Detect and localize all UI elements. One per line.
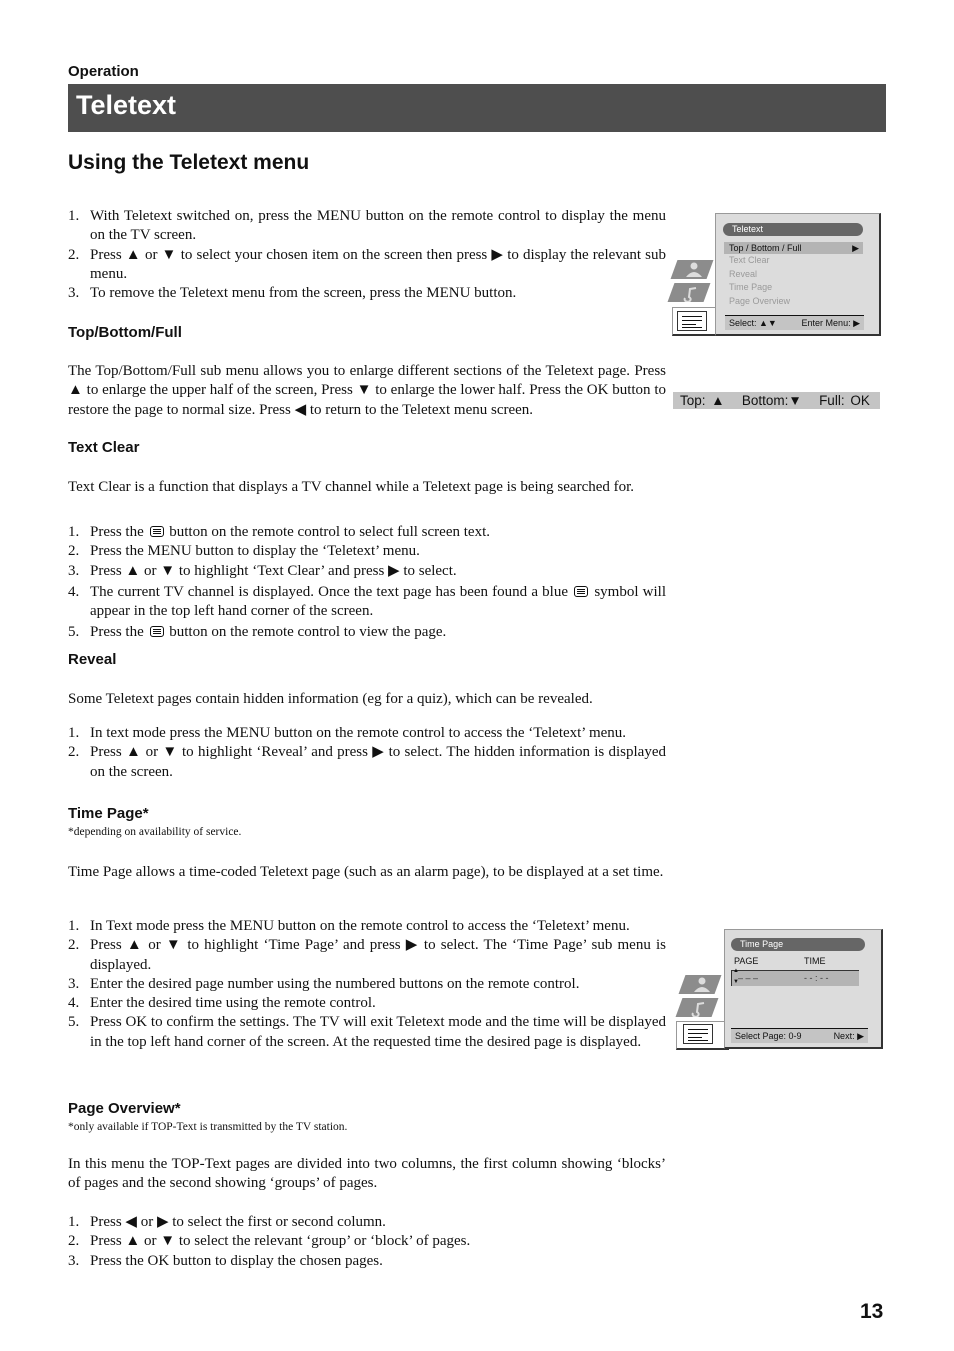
list-item: 4. The current TV channel is displayed. O…	[68, 583, 667, 620]
note-time-page: *depending on availability of service.	[68, 826, 242, 838]
teletext-button-icon	[149, 526, 164, 537]
list-item: 2. Press ▲ or ▼ to highlight ‘Time Page’ …	[68, 937, 666, 973]
section-subtitle: Using the Teletext menu	[68, 151, 310, 174]
teletext-symbol-icon	[574, 585, 589, 597]
osd-footer: Select: ▲▼ Enter Menu: ▶	[725, 315, 864, 330]
time-page-screen: Time Page PAGE TIME ▲ ▼ – – – - - : - - …	[672, 929, 884, 1051]
column-time-label: TIME	[804, 956, 826, 966]
teletext-button-icon	[149, 626, 164, 638]
paragraph-page-overview: In this menu the TOP-Text pages are divi…	[68, 1156, 666, 1192]
list-item: 2. Press ▲ or ▼ to select your chosen ite…	[68, 246, 666, 282]
heading-time-page: Time Page*	[68, 805, 149, 822]
time-input[interactable]: - - : - -	[804, 973, 829, 983]
teletext-lines-icon	[677, 311, 707, 331]
list-item: 1. Press the button on the remote control…	[68, 524, 490, 540]
menu-item-reveal[interactable]: Reveal	[729, 269, 757, 279]
list-item: 3. Press ▲ or ▼ to highlight ‘Text Clear’…	[68, 562, 457, 579]
osd-title: Time Page	[731, 938, 865, 951]
page-input[interactable]: – – –	[738, 973, 758, 983]
heading-reveal: Reveal	[68, 651, 117, 668]
heading-top-bottom-full: Top/Bottom/Full	[68, 324, 182, 341]
list-item: 1. Press ◀ or ▶ to select the first or se…	[68, 1214, 386, 1230]
picture-icon	[670, 260, 714, 279]
list-item: 3. Enter the desired page number using th…	[68, 975, 580, 992]
text-clear-steps: 1. Press the button on the remote control…	[68, 523, 666, 643]
menu-item-page-overview[interactable]: Page Overview	[729, 296, 790, 306]
list-item: 1. In Text mode press the MENU button on …	[68, 918, 630, 934]
page-overview-steps: 1. Press ◀ or ▶ to select the first or se…	[68, 1213, 666, 1271]
reveal-steps: 1. In text mode press the MENU button on …	[68, 724, 666, 782]
paragraph-text-clear: Text Clear is a function that displays a…	[68, 479, 635, 495]
top-bottom-full-osd-bar: Top: ▲ Bottom:▼ Full: OK	[673, 392, 880, 409]
list-item: 5. Press the button on the remote control…	[68, 624, 447, 641]
osd-title: Teletext	[723, 223, 863, 236]
menu-item-top-bottom-full[interactable]: Top / Bottom / Full ▶	[724, 242, 863, 254]
paragraph-reveal: Some Teletext pages contain hidden infor…	[68, 691, 593, 707]
time-page-entry-row[interactable]: ▲ ▼ – – – - - : - -	[731, 968, 859, 986]
list-item: 3. Press the OK button to display the cho…	[68, 1252, 383, 1269]
list-item: 4. Enter the desired time using the remot…	[68, 995, 376, 1012]
list-item: 2. Press the MENU button to display the ‘…	[68, 543, 420, 560]
list-item: 2. Press ▲ or ▼ to select the relevant ‘g…	[68, 1233, 471, 1250]
teletext-menu-screen: Teletext Top / Bottom / Full ▶ Text Clea…	[667, 213, 882, 337]
menu-item-time-page[interactable]: Time Page	[729, 282, 772, 292]
paragraph-top-bottom-full: The Top/Bottom/Full sub menu allows you …	[68, 363, 666, 418]
list-item: 5. Press OK to confirm the settings. The …	[68, 1014, 666, 1050]
heading-text-clear: Text Clear	[68, 439, 140, 456]
section-label: Operation	[68, 63, 139, 80]
music-note-icon	[667, 283, 711, 303]
list-item: 1. In text mode press the MENU button on …	[68, 725, 627, 741]
teletext-lines-icon	[683, 1024, 713, 1044]
page-number: 13	[860, 1300, 884, 1323]
paragraph-time-page: Time Page allows a time-coded Teletext p…	[68, 864, 664, 880]
list-item: 1. With Teletext switched on, press the M…	[68, 208, 666, 244]
picture-icon	[678, 975, 722, 994]
osd-footer: Select Page: 0-9 Next: ▶	[731, 1028, 868, 1043]
title-bar: Teletext	[68, 84, 886, 132]
list-item: 2. Press ▲ or ▼ to highlight ‘Reveal’ and…	[68, 744, 666, 780]
heading-page-overview: Page Overview*	[68, 1100, 181, 1117]
page-title: Teletext	[76, 90, 177, 120]
intro-steps: 1. With Teletext switched on, press the M…	[68, 207, 666, 303]
time-page-steps: 1. In Text mode press the MENU button on …	[68, 917, 666, 1052]
menu-item-text-clear[interactable]: Text Clear	[729, 255, 770, 265]
arrow-right-icon: ▶	[852, 243, 859, 253]
note-page-overview: *only available if TOP-Text is transmitt…	[68, 1121, 348, 1133]
column-page-label: PAGE	[734, 956, 759, 966]
music-note-icon	[675, 998, 719, 1018]
list-item: 3. To remove the Teletext menu from the s…	[68, 285, 517, 302]
